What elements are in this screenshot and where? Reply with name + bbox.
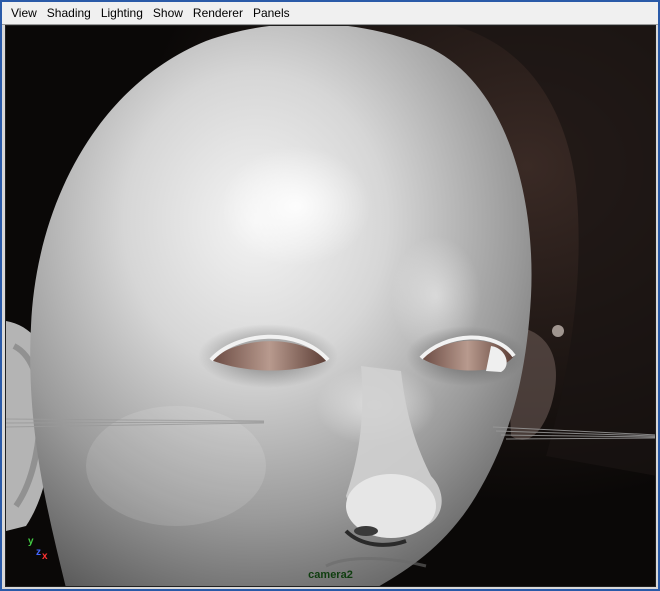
viewport-menubar: View Shading Lighting Show Renderer Pane…: [2, 2, 658, 25]
menu-renderer[interactable]: Renderer: [188, 2, 248, 25]
head-model-render: [6, 26, 655, 586]
menu-panels[interactable]: Panels: [248, 2, 295, 25]
menu-shading[interactable]: Shading: [42, 2, 96, 25]
axis-gizmo: y z x: [24, 536, 54, 566]
menu-view[interactable]: View: [6, 2, 42, 25]
axis-x-label: x: [42, 551, 48, 562]
menu-lighting[interactable]: Lighting: [96, 2, 148, 25]
menu-show[interactable]: Show: [148, 2, 188, 25]
axis-y-label: y: [28, 536, 34, 547]
camera-name-label: camera2: [308, 569, 353, 581]
viewport-window: View Shading Lighting Show Renderer Pane…: [0, 0, 660, 591]
3d-viewport[interactable]: y z x camera2: [5, 25, 656, 587]
axis-z-label: z: [36, 547, 41, 558]
